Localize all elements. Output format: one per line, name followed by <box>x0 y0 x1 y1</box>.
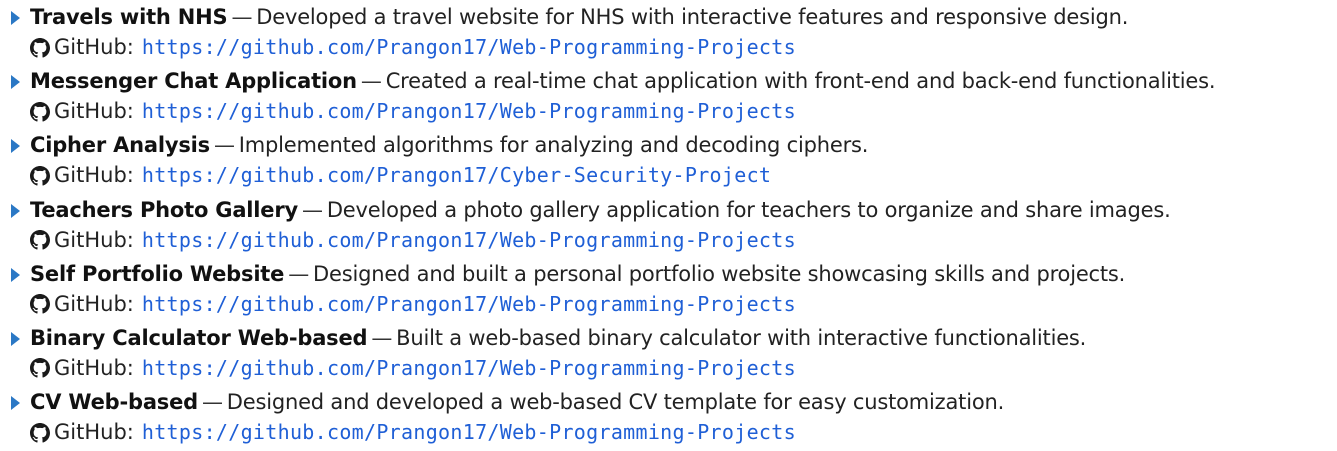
github-icon <box>30 358 50 378</box>
project-heading: Teachers Photo Gallery — Developed a photo… <box>30 195 1337 226</box>
separator: — <box>213 133 235 158</box>
project-list: Travels with NHS — Developed a travel webs… <box>0 0 1337 451</box>
project-title: Travels with NHS <box>30 5 228 29</box>
project-description: Implemented algorithms for analyzing and… <box>238 133 869 158</box>
bullet-triangle-icon <box>11 203 20 218</box>
separator: — <box>231 5 253 29</box>
github-label: GitHub: <box>54 227 134 252</box>
project-description: Developed a travel website for NHS with … <box>256 5 1129 29</box>
project-title: Self Portfolio Website <box>30 261 285 286</box>
github-icon <box>30 101 50 122</box>
bullet-triangle-icon <box>11 267 20 282</box>
project-description: Created a real-time chat application wit… <box>385 69 1216 94</box>
bullet-triangle-icon <box>11 75 20 90</box>
project-description: Developed a photo gallery application fo… <box>326 197 1171 222</box>
github-label: GitHub: <box>54 291 134 316</box>
github-link[interactable]: https://github.com/Prangon17/Web-Program… <box>142 97 796 126</box>
project-heading: CV Web-based — Designed and developed a we… <box>30 387 1337 418</box>
project-description: Designed and built a personal portfolio … <box>313 261 1126 286</box>
github-line: GitHub: https://github.com/Prangon17/Web… <box>30 226 1337 255</box>
github-link[interactable]: https://github.com/Prangon17/Web-Program… <box>142 354 796 383</box>
project-title: Cipher Analysis <box>30 133 210 158</box>
list-item: Self Portfolio Website — Designed and buil… <box>0 259 1337 323</box>
project-heading: Cipher Analysis — Implemented algorithms f… <box>30 130 1337 161</box>
list-item: Teachers Photo Gallery — Developed a photo… <box>0 195 1337 259</box>
bullet-triangle-icon <box>11 396 20 411</box>
github-icon <box>30 422 50 443</box>
list-item: Cipher Analysis — Implemented algorithms f… <box>0 130 1337 194</box>
separator: — <box>371 325 393 350</box>
project-title: Teachers Photo Gallery <box>30 197 298 222</box>
github-line: GitHub: https://github.com/Prangon17/Web… <box>30 354 1337 383</box>
project-heading: Binary Calculator Web-based — Built a web-… <box>30 323 1337 354</box>
project-description: Built a web-based binary calculator with… <box>396 325 1087 350</box>
github-line: GitHub: https://github.com/Prangon17/Web… <box>30 290 1337 319</box>
project-title: Binary Calculator Web-based <box>30 325 368 350</box>
github-link[interactable]: https://github.com/Prangon17/Web-Program… <box>142 418 796 447</box>
list-item: Messenger Chat Application — Created a rea… <box>0 66 1337 130</box>
bullet-triangle-icon <box>11 11 20 25</box>
github-icon <box>30 165 50 186</box>
github-line: GitHub: https://github.com/Prangon17/Web… <box>30 418 1337 447</box>
project-title: CV Web-based <box>30 390 198 415</box>
github-link[interactable]: https://github.com/Prangon17/Cyber-Secur… <box>142 161 771 190</box>
project-heading: Travels with NHS — Developed a travel webs… <box>30 2 1337 33</box>
bullet-triangle-icon <box>11 139 20 154</box>
github-label: GitHub: <box>54 355 134 380</box>
github-line: GitHub: https://github.com/Prangon17/Web… <box>30 97 1337 126</box>
separator: — <box>288 261 310 286</box>
github-line: GitHub: https://github.com/Prangon17/Cyb… <box>30 161 1337 190</box>
separator: — <box>360 69 382 94</box>
project-description: Designed and developed a web-based CV te… <box>226 390 1005 415</box>
github-icon <box>30 37 50 58</box>
separator: — <box>302 197 323 222</box>
project-title: Messenger Chat Application <box>30 69 357 94</box>
github-link[interactable]: https://github.com/Prangon17/Web-Program… <box>142 33 796 62</box>
list-item: Binary Calculator Web-based — Built a web-… <box>0 323 1337 387</box>
project-heading: Self Portfolio Website — Designed and buil… <box>30 259 1337 290</box>
bullet-triangle-icon <box>11 331 20 346</box>
github-label: GitHub: <box>54 35 134 59</box>
github-label: GitHub: <box>54 420 134 445</box>
github-label: GitHub: <box>54 99 134 124</box>
github-icon <box>30 230 50 250</box>
github-icon <box>30 294 50 314</box>
list-item: CV Web-based — Designed and developed a we… <box>0 387 1337 451</box>
github-label: GitHub: <box>54 163 134 188</box>
github-link[interactable]: https://github.com/Prangon17/Web-Program… <box>142 290 796 319</box>
list-item: Travels with NHS — Developed a travel webs… <box>0 2 1337 66</box>
separator: — <box>201 390 223 415</box>
project-heading: Messenger Chat Application — Created a rea… <box>30 66 1337 97</box>
github-line: GitHub: https://github.com/Prangon17/Web… <box>30 33 1337 62</box>
github-link[interactable]: https://github.com/Prangon17/Web-Program… <box>142 226 796 255</box>
